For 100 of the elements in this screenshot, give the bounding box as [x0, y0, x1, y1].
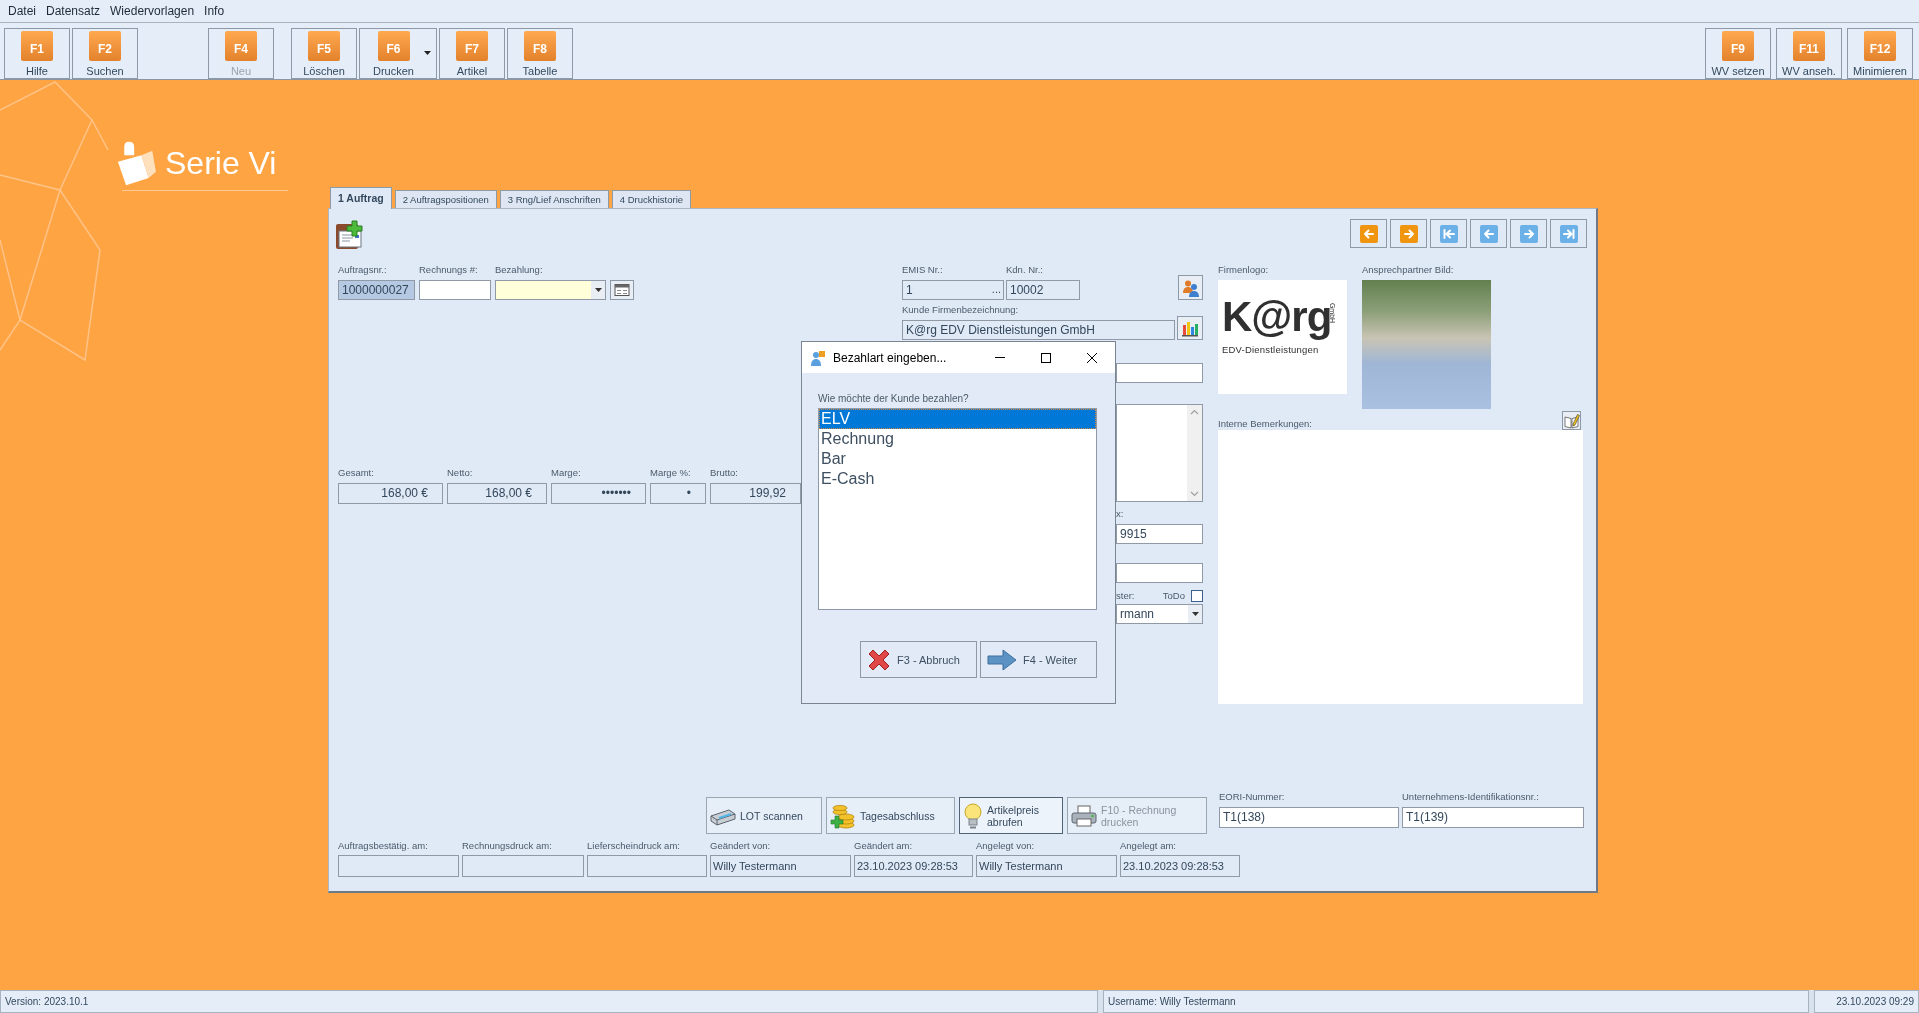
notes-field[interactable]	[1218, 430, 1583, 704]
input-field[interactable]: 1000000027	[338, 280, 415, 300]
dropdown-arrow-icon	[1191, 612, 1199, 616]
input-field[interactable]: 23.10.2023 09:28:53	[1120, 855, 1240, 877]
field-label: Kunde Firmenbezeichnung:	[902, 304, 1020, 316]
arrow-right-icon	[1519, 224, 1538, 243]
brand-name: Serie Vi	[165, 145, 277, 182]
input-field[interactable]: 10002	[1006, 280, 1080, 300]
continue-button[interactable]: F4 - Weiter	[980, 641, 1097, 678]
minimize-icon	[995, 357, 1005, 358]
statistics-button[interactable]	[1177, 316, 1203, 340]
list-item[interactable]: E-Cash	[819, 469, 1096, 489]
field-label: Gesamt:	[338, 467, 375, 479]
action-button[interactable]: Artikelpreis abrufen	[959, 797, 1063, 834]
memo-field[interactable]	[1116, 404, 1203, 502]
input-field[interactable]: 23.10.2023 09:28:53	[854, 855, 973, 877]
input-field[interactable]: 199,92	[710, 483, 801, 504]
dropdown-field[interactable]: rmann	[1116, 604, 1203, 624]
field-label: Geändert von:	[710, 840, 772, 852]
tab[interactable]: 3 Rng/Lief Anschriften	[499, 190, 609, 208]
cancel-icon	[867, 647, 891, 672]
cancel-button[interactable]: F3 - Abbruch	[860, 641, 977, 678]
list-item[interactable]: Rechnung	[819, 429, 1096, 449]
form-button[interactable]	[610, 280, 634, 300]
list-item[interactable]: Bar	[819, 449, 1096, 469]
toolbar-button[interactable]: F8 Tabelle	[507, 28, 573, 79]
tab[interactable]: 1 Auftrag	[330, 187, 392, 209]
input-field[interactable]	[462, 855, 584, 877]
input-field[interactable]	[419, 280, 491, 300]
input-field[interactable]: Willy Testermann	[710, 855, 851, 877]
nav-button[interactable]	[1470, 219, 1507, 248]
toolbar-button[interactable]: F1 Hilfe	[4, 28, 70, 79]
nav-button[interactable]	[1390, 219, 1427, 248]
input-field[interactable]: •••••••	[551, 483, 646, 504]
input-field[interactable]	[1116, 363, 1203, 383]
field-label: Unternehmens-Identifikationsnr.:	[1402, 791, 1540, 803]
input-field[interactable]: •	[650, 483, 706, 504]
tab[interactable]: 4 Druckhistorie	[611, 190, 692, 208]
toolbar-button[interactable]: F11 WV anseh.	[1776, 28, 1842, 79]
add-document-icon[interactable]	[335, 220, 365, 250]
field-label: Kdn. Nr.:	[1006, 264, 1044, 276]
input-field[interactable]: 1 ...	[902, 280, 1004, 300]
nav-button[interactable]	[1350, 219, 1387, 248]
field-label: Marge %:	[650, 467, 692, 479]
input-field[interactable]: 168,00 €	[338, 483, 443, 504]
field-label: EMIS Nr.:	[902, 264, 944, 276]
list-item[interactable]: ELV	[819, 409, 1096, 429]
menu-item[interactable]: Datei	[8, 4, 36, 18]
field-label: ster:	[1116, 589, 1135, 602]
input-field[interactable]	[1116, 563, 1203, 583]
dropdown-arrow-icon	[594, 288, 602, 292]
field-label: Firmenlogo:	[1218, 264, 1270, 276]
toolbar-button[interactable]: F12 Minimieren	[1847, 28, 1913, 79]
action-button[interactable]: Tagesabschluss	[826, 797, 955, 834]
function-key-badge: F2	[89, 31, 121, 61]
todo-checkbox[interactable]	[1191, 589, 1203, 602]
input-field[interactable]: 9915	[1116, 524, 1203, 544]
input-field[interactable]	[338, 855, 459, 877]
arrow-left-icon	[1359, 224, 1378, 243]
dialog-title: Bezahlart eingeben...	[833, 350, 947, 365]
nav-button[interactable]	[1550, 219, 1587, 248]
function-key-badge: F12	[1864, 31, 1896, 61]
field-label: Brutto:	[710, 467, 739, 479]
arrow-right-icon	[987, 648, 1017, 671]
scrollbar[interactable]	[1187, 405, 1202, 501]
input-field[interactable]: T1(138)	[1219, 807, 1399, 828]
toolbar-button[interactable]: F6 Drucken	[359, 28, 437, 79]
people-icon	[1181, 278, 1200, 297]
dialog-prompt: Wie möchte der Kunde bezahlen?	[818, 393, 970, 405]
input-field[interactable]: T1(139)	[1402, 807, 1584, 828]
toolbar-button[interactable]: F9 WV setzen	[1705, 28, 1771, 79]
input-field[interactable]	[587, 855, 707, 877]
toolbar-button[interactable]: F2 Suchen	[72, 28, 138, 79]
function-key-badge: F9	[1722, 31, 1754, 61]
dropdown-field[interactable]	[495, 280, 606, 300]
menu-item[interactable]: Info	[204, 4, 225, 18]
customer-button[interactable]	[1178, 275, 1203, 300]
payment-method-list[interactable]: ELV Rechnung Bar E-Cash	[818, 408, 1097, 610]
menu-item[interactable]: Wiedervorlagen	[110, 4, 195, 18]
input-field[interactable]: 168,00 €	[447, 483, 547, 504]
action-button[interactable]: LOT scannen	[706, 797, 822, 834]
edit-notes-button[interactable]	[1562, 411, 1581, 430]
function-key-badge: F4	[225, 31, 257, 61]
field-label: Auftragsnr.:	[338, 264, 388, 276]
logo-tagline: EDV-Dienstleistungen	[1222, 344, 1319, 355]
nav-button[interactable]	[1510, 219, 1547, 248]
tab[interactable]: 2 Auftragspositionen	[394, 190, 497, 208]
nav-button[interactable]	[1430, 219, 1467, 248]
function-key-badge: F7	[456, 31, 488, 61]
lookup-button[interactable]: ...	[991, 281, 1001, 299]
field-label: Angelegt von:	[976, 840, 1036, 852]
version-status: Version: 2023.10.1	[0, 990, 1098, 1013]
toolbar-button[interactable]: F7 Artikel	[439, 28, 505, 79]
form-icon	[614, 283, 630, 297]
input-field[interactable]: K@rg EDV Dienstleistungen GmbH	[902, 320, 1175, 340]
maximize-icon	[1041, 352, 1051, 363]
bar-chart-icon	[1181, 319, 1199, 337]
toolbar-button[interactable]: F5 Löschen	[291, 28, 357, 79]
input-field[interactable]: Willy Testermann	[976, 855, 1117, 877]
menu-item[interactable]: Datensatz	[46, 4, 101, 18]
